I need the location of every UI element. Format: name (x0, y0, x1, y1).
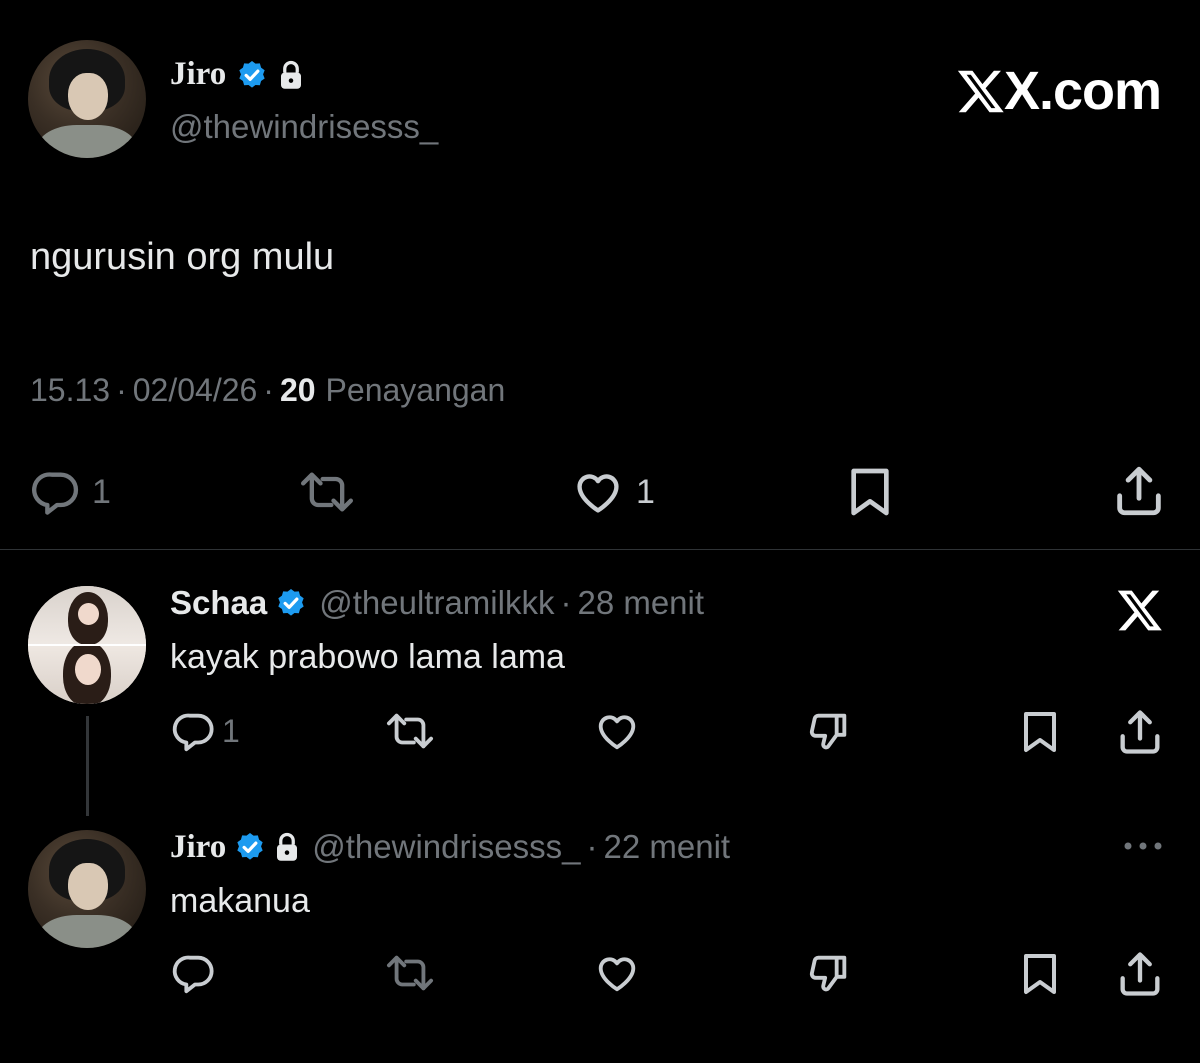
reply-button[interactable]: 1 (170, 708, 240, 754)
like-button[interactable] (592, 950, 642, 996)
reply-time[interactable]: 28 menit (577, 584, 704, 622)
share-icon (1117, 466, 1161, 516)
avatar-face (68, 863, 109, 911)
reply-icon (172, 955, 214, 994)
lock-icon (274, 832, 300, 862)
like-icon (598, 957, 636, 992)
author-header: Jiro (170, 56, 304, 93)
like-button[interactable]: 1 (570, 466, 655, 518)
avatar[interactable] (28, 40, 146, 158)
avatar-face (68, 73, 109, 121)
reply-icon (172, 713, 214, 752)
dislike-icon (809, 955, 847, 992)
retweet-button[interactable] (382, 950, 438, 996)
author-name[interactable]: Schaa (170, 584, 267, 622)
x-logo-icon (957, 70, 1004, 113)
like-button[interactable] (592, 708, 642, 754)
meta-separator: · (116, 372, 127, 408)
reply-icon (32, 472, 79, 515)
reply-time[interactable]: 22 menit (604, 828, 731, 866)
share-icon (1120, 952, 1160, 996)
bookmark-button[interactable] (1016, 950, 1064, 998)
avatar[interactable] (28, 830, 146, 948)
bookmark-button[interactable] (842, 464, 898, 520)
bookmark-icon (1024, 712, 1056, 752)
like-icon (577, 474, 619, 513)
verified-badge-icon (236, 59, 268, 91)
reply-button[interactable] (170, 950, 218, 996)
reply-count: 1 (92, 472, 111, 511)
retweet-icon (387, 955, 434, 991)
verified-badge-icon (275, 587, 307, 619)
reply-count: 1 (222, 712, 240, 749)
divider (0, 549, 1200, 550)
author-handle[interactable]: @thewindrisesss_ (312, 828, 580, 866)
avatar-divider (28, 643, 146, 646)
avatar-photo-bottom (28, 645, 146, 704)
x-logo-icon (1114, 586, 1166, 634)
views-label: Penayangan (325, 372, 506, 408)
avatar-photo-top (28, 586, 146, 645)
reply-header: Schaa @theultramilkkk · 28 menit (170, 584, 704, 622)
more-icon[interactable] (1120, 836, 1166, 856)
post-text: ngurusin org mulu (30, 236, 335, 278)
like-icon (598, 715, 636, 750)
reply-button[interactable]: 1 (30, 466, 111, 518)
dislike-icon (809, 713, 847, 750)
avatar-shirt (37, 124, 137, 158)
post-meta: 15.13 · 02/04/26 · 20 Penayangan (30, 372, 505, 409)
reply-text: makanua (170, 882, 310, 920)
lock-icon (278, 60, 304, 90)
watermark-text: X.com (1004, 61, 1162, 121)
meta-separator: · (586, 828, 598, 865)
bookmark-button[interactable] (1016, 708, 1064, 756)
retweet-icon (301, 472, 354, 512)
retweet-button[interactable] (296, 466, 358, 518)
post-date[interactable]: 02/04/26 (133, 372, 258, 409)
bookmark-icon (851, 468, 889, 516)
author-handle[interactable]: @thewindrisesss_ (170, 108, 438, 146)
dislike-button[interactable] (804, 708, 854, 754)
reply-header: Jiro @thewindrisesss_ · 22 menit (170, 828, 730, 866)
thread-line (86, 716, 89, 816)
avatar[interactable] (28, 586, 146, 704)
x-watermark: X.com (956, 60, 1162, 122)
meta-separator: · (263, 372, 274, 408)
author-handle[interactable]: @theultramilkkk (319, 584, 554, 622)
share-button[interactable] (1110, 462, 1168, 520)
author-name[interactable]: Jiro (170, 56, 226, 93)
share-icon (1120, 710, 1160, 754)
author-name[interactable]: Jiro (170, 829, 226, 866)
avatar-shirt (37, 914, 137, 948)
bookmark-icon (1024, 954, 1056, 994)
share-button[interactable] (1114, 948, 1166, 1000)
retweet-icon (387, 713, 434, 749)
share-button[interactable] (1114, 706, 1166, 758)
reply-text: kayak prabowo lama lama (170, 638, 565, 676)
retweet-button[interactable] (382, 708, 438, 754)
verified-badge-icon (234, 831, 266, 863)
post-time[interactable]: 15.13 (30, 372, 110, 409)
views-count: 20 (279, 372, 316, 408)
meta-separator: · (560, 584, 572, 621)
like-count: 1 (636, 472, 655, 511)
dislike-button[interactable] (804, 950, 854, 996)
